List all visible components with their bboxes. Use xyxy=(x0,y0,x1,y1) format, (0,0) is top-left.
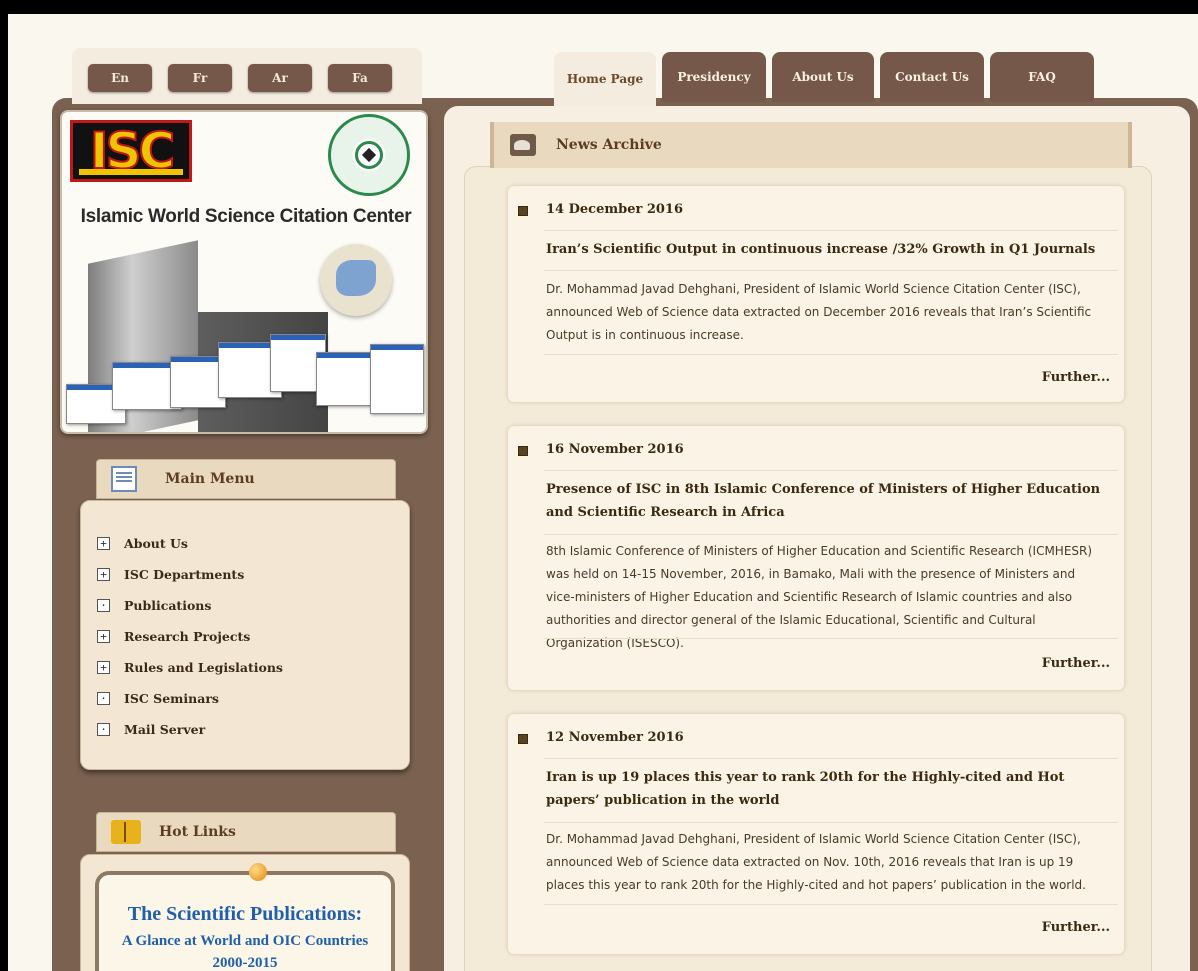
expand-icon[interactable]: + xyxy=(97,536,110,550)
menu-item-isc-seminars[interactable]: · ISC Seminars xyxy=(97,688,219,708)
lang-ar-button[interactable]: Ar xyxy=(248,64,312,92)
expand-icon[interactable]: + xyxy=(97,660,110,674)
main-menu-panel: + About Us + ISC Departments · Publicati… xyxy=(80,500,410,770)
menu-item-label: Mail Server xyxy=(124,721,206,737)
ad-years: 2000-2015 xyxy=(212,955,278,971)
screenshot-thumbnail xyxy=(370,344,424,414)
hot-links-panel: The Scientific Publications: A Glance at… xyxy=(80,854,410,971)
news-title-link[interactable]: Presence of ISC in 8th Islamic Conferenc… xyxy=(546,478,1104,524)
document-icon xyxy=(518,446,528,456)
news-date: 16 November 2016 xyxy=(546,442,684,457)
document-icon xyxy=(518,734,528,744)
menu-item-label: Publications xyxy=(124,597,212,613)
news-summary: Dr. Mohammad Javad Dehghani, President o… xyxy=(546,282,1092,342)
menu-item-label: Rules and Legislations xyxy=(124,659,283,675)
news-date: 14 December 2016 xyxy=(546,202,684,217)
expand-icon[interactable]: + xyxy=(97,567,110,581)
news-date: 12 November 2016 xyxy=(546,730,684,745)
further-link[interactable]: Further... xyxy=(1042,920,1110,935)
main-menu-title: Main Menu xyxy=(165,471,255,487)
menu-item-isc-departments[interactable]: + ISC Departments xyxy=(97,564,244,584)
news-summary: Dr. Mohammad Javad Dehghani, President o… xyxy=(546,832,1086,892)
tab-presidency[interactable]: Presidency xyxy=(662,52,766,102)
menu-item-label: ISC Departments xyxy=(124,566,245,582)
site-title: Islamic World Science Citation Center xyxy=(80,206,412,227)
pin-icon xyxy=(249,863,267,881)
hot-links-title: Hot Links xyxy=(159,824,236,840)
menu-item-label: ISC Seminars xyxy=(124,690,219,706)
ad-title: The Scientific Publications: xyxy=(127,903,363,925)
globe-emblem-icon xyxy=(328,114,410,196)
menu-item-research-projects[interactable]: + Research Projects xyxy=(97,626,250,646)
expand-icon[interactable]: + xyxy=(97,629,110,643)
menu-item-mail-server[interactable]: · Mail Server xyxy=(97,719,205,739)
site-banner[interactable]: ISC Islamic World Science Citation Cente… xyxy=(60,110,428,434)
news-archive-title: News Archive xyxy=(556,137,662,153)
ad-subtitle: A Glance at World and OIC Countries xyxy=(121,933,369,949)
news-archive-header: News Archive xyxy=(490,122,1132,168)
lang-fr-button[interactable]: Fr xyxy=(168,64,232,92)
news-card: 12 November 2016 Iran is up 19 places th… xyxy=(508,714,1124,954)
menu-item-label: About Us xyxy=(124,535,188,551)
bullet-icon: · xyxy=(97,691,110,705)
menu-item-about-us[interactable]: + About Us xyxy=(97,533,188,553)
lang-fa-button[interactable]: Fa xyxy=(328,64,392,92)
menu-item-label: Research Projects xyxy=(124,628,251,644)
further-link[interactable]: Further... xyxy=(1042,656,1110,671)
news-title-link[interactable]: Iran is up 19 places this year to rank 2… xyxy=(546,766,1104,812)
news-card: 16 November 2016 Presence of ISC in 8th … xyxy=(508,426,1124,690)
tab-faq[interactable]: FAQ xyxy=(990,52,1094,102)
book-icon xyxy=(111,820,141,844)
map-icon xyxy=(320,244,392,316)
news-archive-icon xyxy=(510,134,536,156)
further-link[interactable]: Further... xyxy=(1042,370,1110,385)
menu-list-icon xyxy=(111,466,137,492)
news-title-link[interactable]: Iran’s Scientific Output in continuous i… xyxy=(546,238,1104,261)
document-icon xyxy=(518,206,528,216)
screenshot-thumbnail xyxy=(316,352,376,406)
main-menu-header: Main Menu xyxy=(96,459,396,499)
news-card: 14 December 2016 Iran’s Scientific Outpu… xyxy=(508,186,1124,402)
page-frame: En Fr Ar Fa Home Page Presidency About U… xyxy=(8,14,1198,971)
hot-links-header: Hot Links xyxy=(96,812,396,852)
bullet-icon: · xyxy=(97,722,110,736)
lang-en-button[interactable]: En xyxy=(88,64,152,92)
bullet-icon: · xyxy=(97,598,110,612)
menu-item-publications[interactable]: · Publications xyxy=(97,595,211,615)
isc-logo: ISC xyxy=(70,120,192,182)
menu-item-rules-and-legislations[interactable]: + Rules and Legislations xyxy=(97,657,283,677)
tab-contact-us[interactable]: Contact Us xyxy=(880,52,984,102)
tab-home-page[interactable]: Home Page xyxy=(554,52,656,106)
tab-about-us[interactable]: About Us xyxy=(772,52,874,102)
publications-banner-link[interactable]: The Scientific Publications: A Glance at… xyxy=(95,863,395,971)
